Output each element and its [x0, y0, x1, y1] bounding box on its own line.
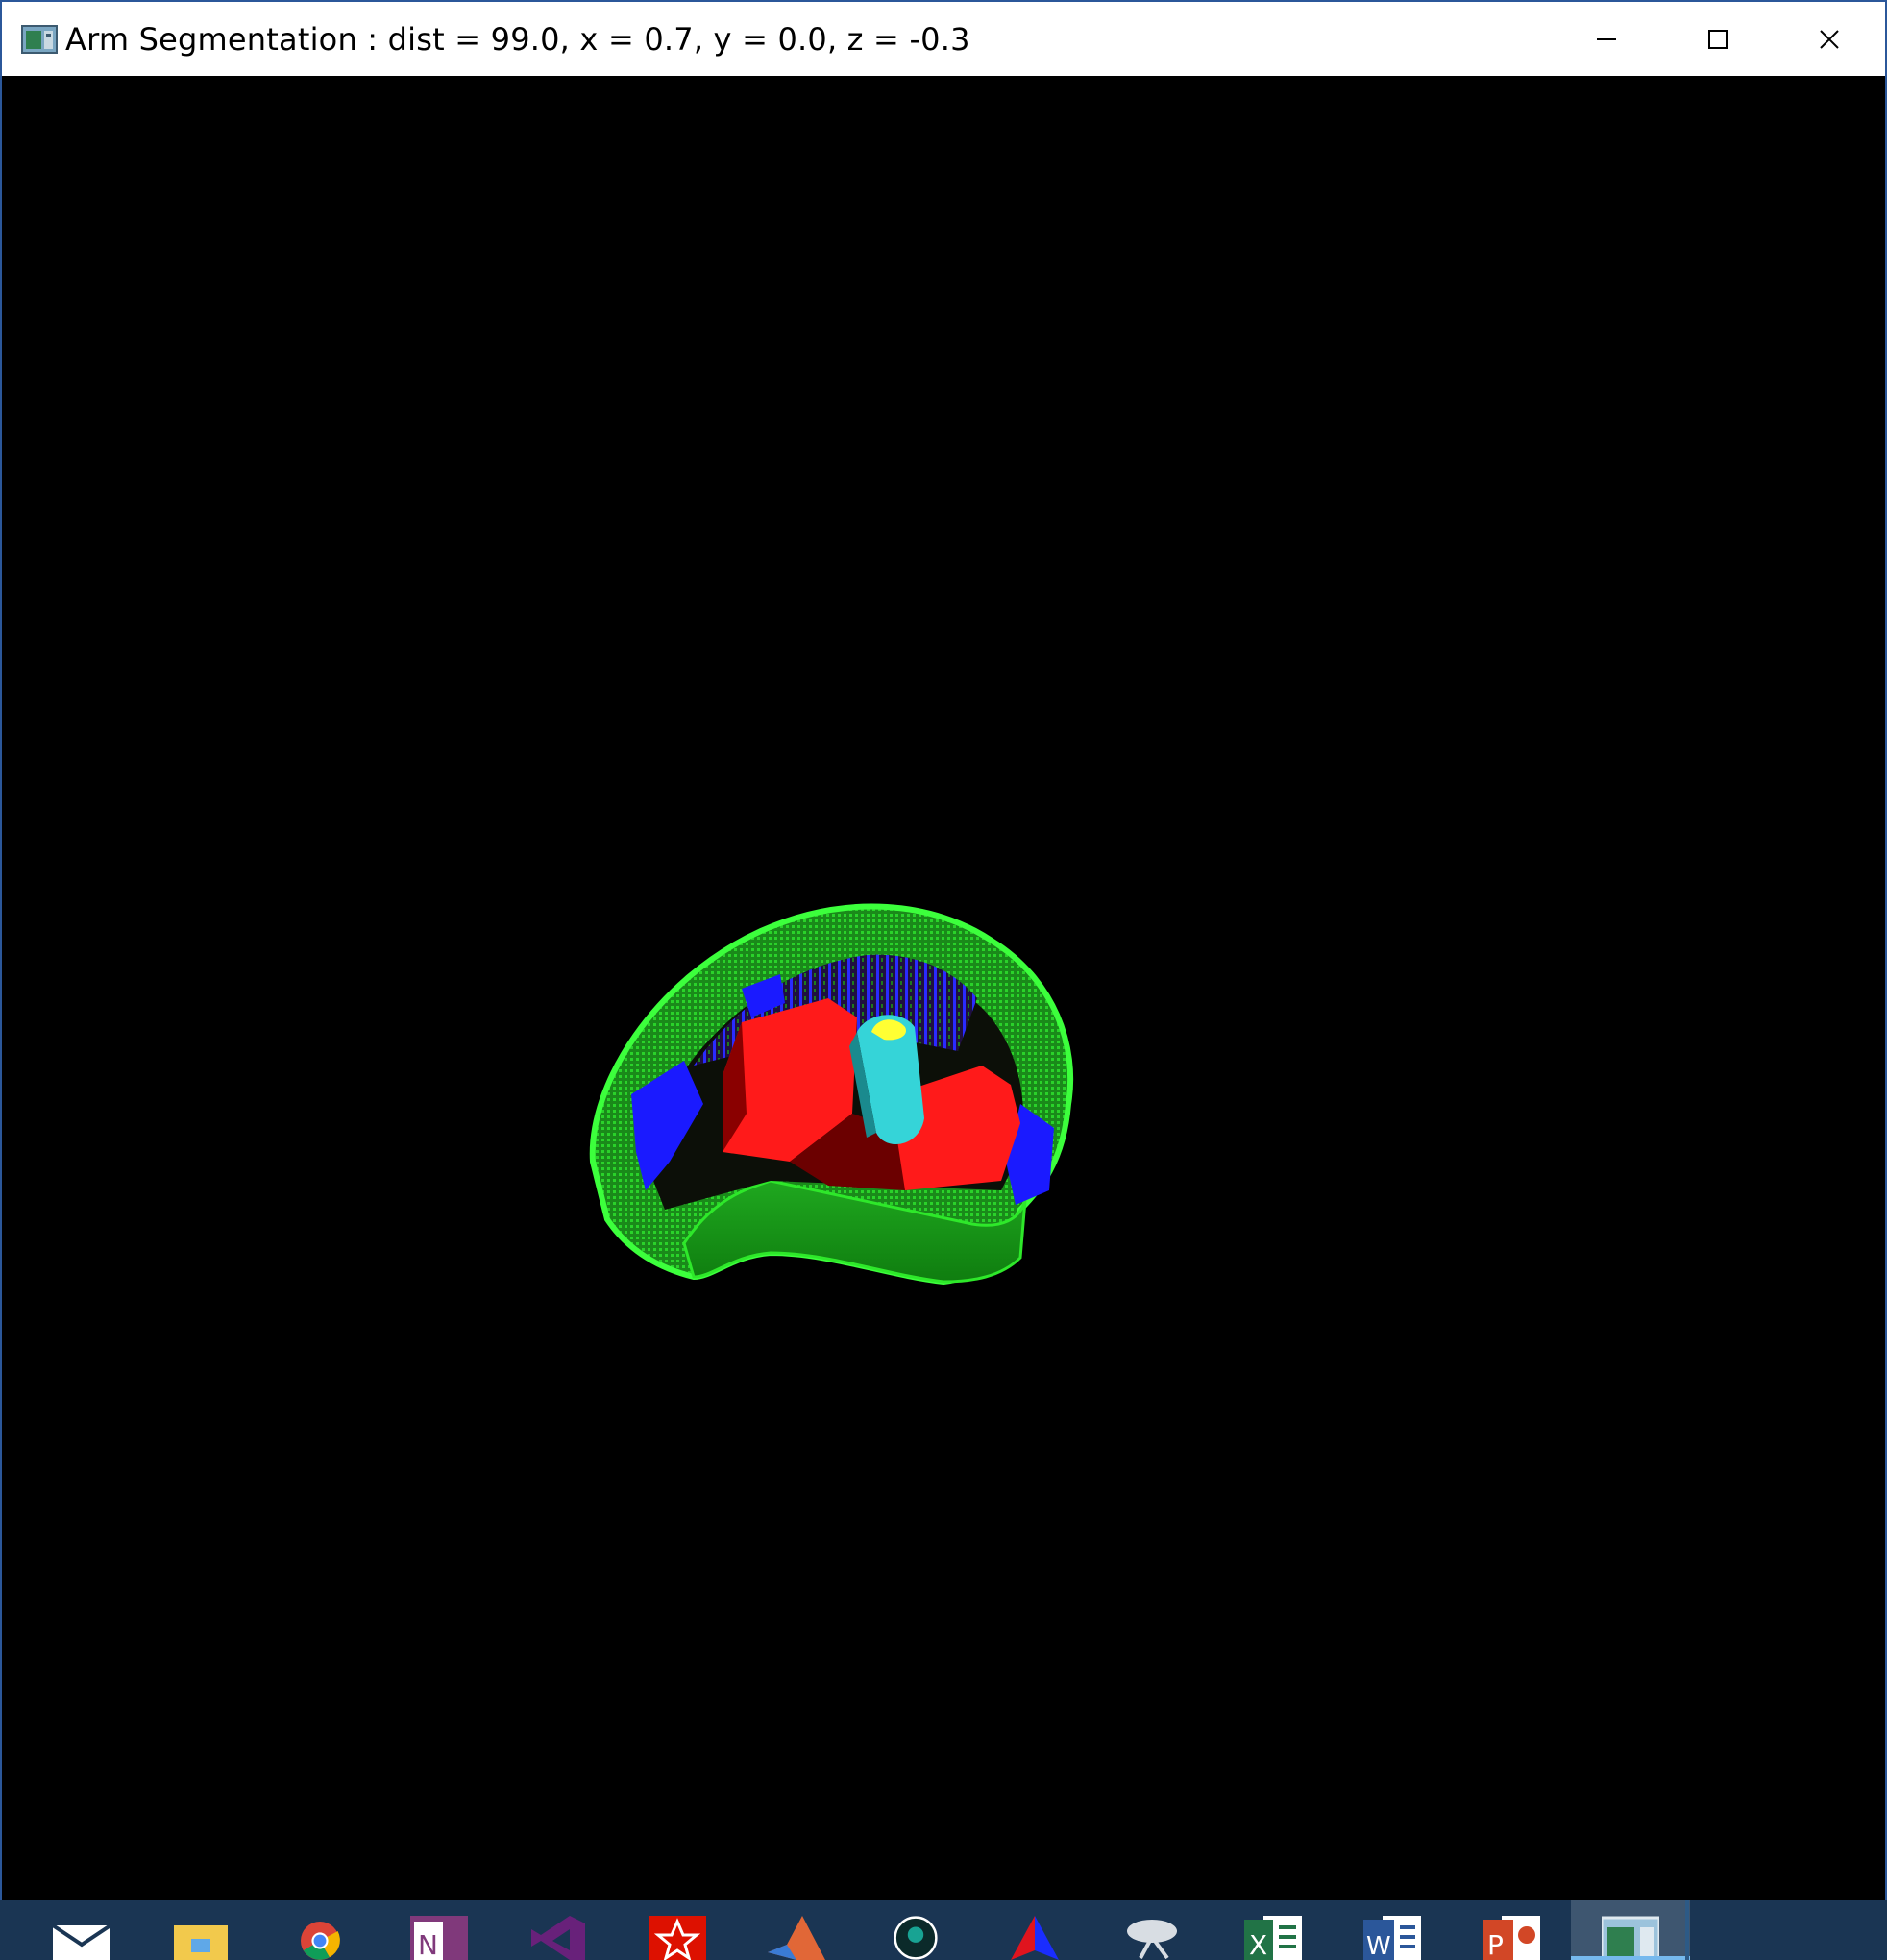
powerpoint-icon: P [1483, 1916, 1540, 1960]
taskbar-item-mail[interactable] [22, 1900, 141, 1960]
taskbar-item-excel[interactable]: X [1213, 1900, 1333, 1960]
wolfram-mathematica-icon [649, 1916, 706, 1960]
app-window-icon [21, 24, 58, 55]
taskbar-item-satellite-dish[interactable] [1094, 1900, 1213, 1960]
taskbar-item-powerpoint[interactable]: P [1452, 1900, 1571, 1960]
satellite-dish-icon [1127, 1920, 1177, 1960]
taskbar-item-file-explorer[interactable] [141, 1900, 260, 1960]
window-title: Arm Segmentation : dist = 99.0, x = 0.7,… [65, 20, 970, 58]
matlab-icon [768, 1916, 825, 1960]
svg-text:X: X [1249, 1929, 1267, 1960]
app-window: Arm Segmentation : dist = 99.0, x = 0.7,… [0, 0, 1887, 1900]
minimize-icon [1597, 37, 1616, 40]
onenote-icon: N [410, 1916, 468, 1960]
excel-icon: X [1244, 1916, 1302, 1960]
vector-app-icon [1011, 1916, 1059, 1960]
gitkraken-icon [894, 1916, 938, 1960]
3d-render-viewport[interactable] [2, 76, 1885, 1900]
taskbar-item-wolfram[interactable] [618, 1900, 737, 1960]
close-button[interactable] [1774, 2, 1885, 76]
taskbar-item-word[interactable]: W [1333, 1900, 1452, 1960]
taskbar: N X W P [0, 1900, 1887, 1960]
taskbar-item-matlab[interactable] [737, 1900, 856, 1960]
taskbar-item-visual-studio[interactable] [499, 1900, 618, 1960]
taskbar-item-arm-segmentation[interactable] [1571, 1900, 1690, 1960]
word-icon: W [1363, 1916, 1421, 1960]
maximize-button[interactable] [1662, 2, 1774, 76]
taskbar-item-gitkraken[interactable] [856, 1900, 975, 1960]
mail-icon [53, 1923, 110, 1960]
taskbar-item-chrome[interactable] [260, 1900, 380, 1960]
visual-studio-icon [531, 1916, 585, 1960]
taskbar-separator [1685, 1900, 1689, 1960]
arm-segmentation-app-icon [1602, 1916, 1659, 1960]
chrome-icon [301, 1922, 340, 1960]
svg-text:W: W [1366, 1932, 1391, 1960]
title-bar[interactable]: Arm Segmentation : dist = 99.0, x = 0.7,… [2, 2, 1885, 76]
taskbar-item-vector-app[interactable] [975, 1900, 1094, 1960]
maximize-icon [1708, 29, 1728, 49]
close-icon [1820, 29, 1839, 49]
svg-text:N: N [418, 1929, 438, 1960]
minimize-button[interactable] [1551, 2, 1662, 76]
file-explorer-icon [174, 1925, 228, 1960]
taskbar-item-onenote[interactable]: N [380, 1900, 499, 1960]
arm-segmentation-3d-model[interactable] [578, 873, 1232, 1354]
svg-text:P: P [1487, 1929, 1504, 1960]
